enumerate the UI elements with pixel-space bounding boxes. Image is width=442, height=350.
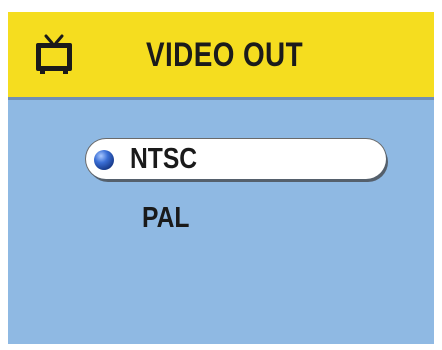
- option-label: NTSC: [130, 143, 198, 175]
- menu-header: VIDEO OUT: [8, 12, 434, 100]
- option-label: PAL: [142, 202, 190, 234]
- selected-bullet-icon: [94, 150, 114, 170]
- option-pal[interactable]: PAL: [86, 196, 386, 236]
- tv-icon: [30, 30, 78, 78]
- video-out-screen: VIDEO OUT NTSC PAL: [8, 12, 434, 344]
- option-ntsc[interactable]: NTSC: [86, 139, 386, 179]
- page-title: VIDEO OUT: [146, 36, 304, 74]
